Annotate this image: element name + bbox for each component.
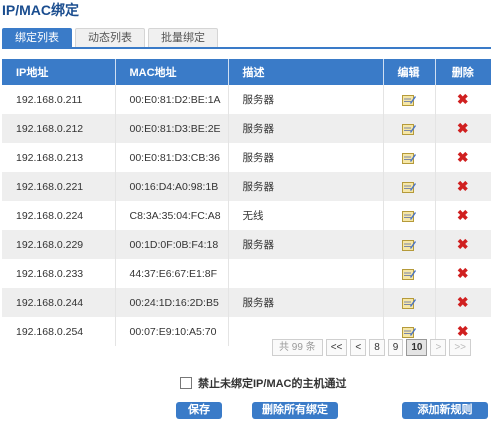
edit-icon[interactable] xyxy=(401,326,416,338)
tab-underline xyxy=(2,47,491,49)
edit-cell xyxy=(383,230,436,259)
mac-cell: 00:E0:81:D3:BE:2E xyxy=(115,114,229,143)
edit-icon[interactable] xyxy=(401,152,416,164)
delete-all-button[interactable]: 删除所有绑定 xyxy=(252,402,338,419)
delete-icon[interactable]: ✖ xyxy=(457,121,469,135)
mac-cell: 00:1D:0F:0B:F4:18 xyxy=(115,230,229,259)
delete-icon[interactable]: ✖ xyxy=(457,295,469,309)
tab-batch-binding[interactable]: 批量绑定 xyxy=(148,28,218,47)
page-button-8[interactable]: 8 xyxy=(369,339,385,356)
col-header-desc: 描述 xyxy=(228,59,384,85)
mac-cell: C8:3A:35:04:FC:A8 xyxy=(115,201,229,230)
edit-icon[interactable] xyxy=(401,268,416,280)
desc-cell: 服务器 xyxy=(228,230,384,259)
desc-cell: 无线 xyxy=(228,201,384,230)
ip-cell: 192.168.0.229 xyxy=(2,230,116,259)
block-unbound-label: 禁止未绑定IP/MAC的主机通过 xyxy=(198,378,347,390)
edit-icon[interactable] xyxy=(401,210,416,222)
edit-icon[interactable] xyxy=(401,181,416,193)
prev-page-button[interactable]: < xyxy=(350,339,367,356)
desc-cell: 服务器 xyxy=(228,143,384,172)
table-row: 192.168.0.244 00:24:1D:16:2D:B5 服务器 ✖ xyxy=(2,288,491,317)
tab-bar: 绑定列表 动态列表 批量绑定 xyxy=(2,28,218,48)
desc-cell xyxy=(228,259,384,288)
delete-cell: ✖ xyxy=(435,288,491,317)
ip-cell: 192.168.0.224 xyxy=(2,201,116,230)
table-row: 192.168.0.224 C8:3A:35:04:FC:A8 无线 ✖ xyxy=(2,201,491,230)
block-unbound-checkbox[interactable] xyxy=(180,377,192,389)
edit-icon[interactable] xyxy=(401,297,416,309)
desc-cell: 服务器 xyxy=(228,114,384,143)
next-page-button[interactable]: > xyxy=(430,339,447,356)
delete-icon[interactable]: ✖ xyxy=(457,208,469,222)
mac-cell: 00:24:1D:16:2D:B5 xyxy=(115,288,229,317)
delete-cell: ✖ xyxy=(435,230,491,259)
table-row: 192.168.0.221 00:16:D4:A0:98:1B 服务器 ✖ xyxy=(2,172,491,201)
edit-cell xyxy=(383,259,436,288)
edit-icon[interactable] xyxy=(401,239,416,251)
ip-cell: 192.168.0.244 xyxy=(2,288,116,317)
delete-icon[interactable]: ✖ xyxy=(457,179,469,193)
block-unbound-option: 禁止未绑定IP/MAC的主机通过 xyxy=(180,375,347,391)
ip-cell: 192.168.0.212 xyxy=(2,114,116,143)
table-row: 192.168.0.212 00:E0:81:D3:BE:2E 服务器 ✖ xyxy=(2,114,491,143)
total-count: 共 99 条 xyxy=(272,339,323,356)
table-header-row: IP地址 MAC地址 描述 编辑 删除 xyxy=(2,59,491,85)
col-header-mac: MAC地址 xyxy=(115,59,229,85)
binding-table: IP地址 MAC地址 描述 编辑 删除 192.168.0.211 00:E0:8… xyxy=(2,59,491,346)
ip-cell: 192.168.0.233 xyxy=(2,259,116,288)
last-page-button[interactable]: >> xyxy=(449,339,471,356)
mac-cell: 00:16:D4:A0:98:1B xyxy=(115,172,229,201)
table-row: 192.168.0.229 00:1D:0F:0B:F4:18 服务器 ✖ xyxy=(2,230,491,259)
col-header-edit: 编辑 xyxy=(383,59,436,85)
page-button-9[interactable]: 9 xyxy=(387,339,404,356)
edit-icon[interactable] xyxy=(401,94,416,106)
delete-cell: ✖ xyxy=(435,259,491,288)
table-row: 192.168.0.213 00:E0:81:D3:CB:36 服务器 ✖ xyxy=(2,143,491,172)
delete-cell: ✖ xyxy=(435,114,491,143)
first-page-button[interactable]: << xyxy=(325,339,348,356)
mac-cell: 00:E0:81:D3:CB:36 xyxy=(115,143,229,172)
edit-cell xyxy=(383,172,436,201)
delete-icon[interactable]: ✖ xyxy=(457,266,469,280)
tab-binding-list[interactable]: 绑定列表 xyxy=(2,28,72,47)
desc-cell: 服务器 xyxy=(228,172,384,201)
add-rule-button[interactable]: 添加新规则 xyxy=(402,402,488,419)
edit-icon[interactable] xyxy=(401,123,416,135)
col-header-delete: 删除 xyxy=(435,59,491,85)
delete-cell: ✖ xyxy=(435,201,491,230)
delete-cell: ✖ xyxy=(435,172,491,201)
edit-cell xyxy=(383,201,436,230)
edit-cell xyxy=(383,288,436,317)
delete-cell: ✖ xyxy=(435,85,491,114)
delete-icon[interactable]: ✖ xyxy=(457,92,469,106)
ip-cell: 192.168.0.221 xyxy=(2,172,116,201)
desc-cell: 服务器 xyxy=(228,288,384,317)
ip-cell: 192.168.0.213 xyxy=(2,143,116,172)
desc-cell: 服务器 xyxy=(228,85,384,114)
page-title: IP/MAC绑定 xyxy=(2,2,79,18)
save-button[interactable]: 保存 xyxy=(176,402,222,419)
ip-cell: 192.168.0.254 xyxy=(2,317,116,346)
table-row: 192.168.0.211 00:E0:81:D2:BE:1A 服务器 ✖ xyxy=(2,85,491,114)
mac-cell: 00:07:E9:10:A5:70 xyxy=(115,317,229,346)
delete-icon[interactable]: ✖ xyxy=(457,324,469,338)
edit-cell xyxy=(383,114,436,143)
edit-cell xyxy=(383,143,436,172)
table-row: 192.168.0.233 44:37:E6:67:E1:8F ✖ xyxy=(2,259,491,288)
edit-cell xyxy=(383,85,436,114)
mac-cell: 00:E0:81:D2:BE:1A xyxy=(115,85,229,114)
delete-icon[interactable]: ✖ xyxy=(457,237,469,251)
delete-icon[interactable]: ✖ xyxy=(457,150,469,164)
table-body: 192.168.0.211 00:E0:81:D2:BE:1A 服务器 ✖ 192.16… xyxy=(2,85,491,346)
delete-cell: ✖ xyxy=(435,143,491,172)
mac-cell: 44:37:E6:67:E1:8F xyxy=(115,259,229,288)
tab-dynamic-list[interactable]: 动态列表 xyxy=(75,28,145,47)
pagination: 共 99 条 << < 8 9 10 > >> xyxy=(272,339,471,356)
ip-cell: 192.168.0.211 xyxy=(2,85,116,114)
page-button-10[interactable]: 10 xyxy=(406,339,428,356)
col-header-ip: IP地址 xyxy=(2,59,116,85)
